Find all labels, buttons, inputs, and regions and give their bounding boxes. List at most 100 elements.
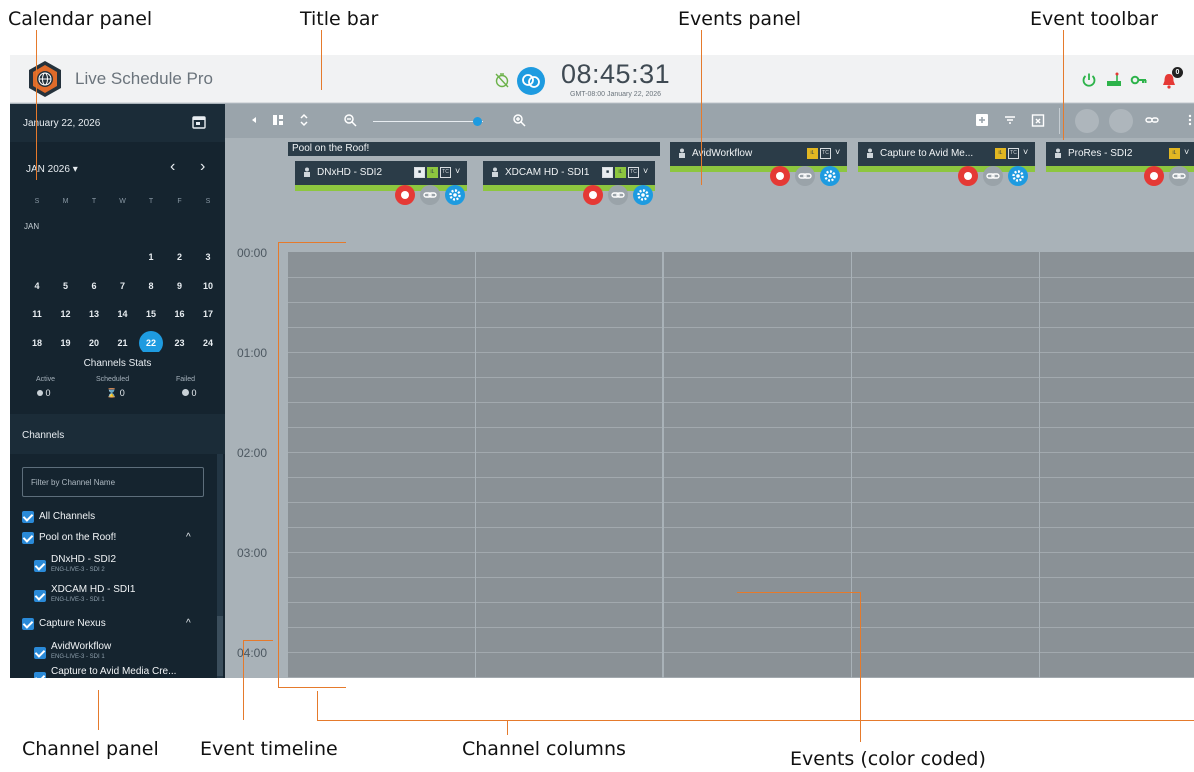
checkbox-dnxhd-sdi2[interactable] (34, 560, 46, 572)
zoom-slider-track[interactable] (373, 121, 483, 122)
settings-button[interactable] (820, 166, 840, 186)
expand-vertical-icon[interactable] (297, 113, 311, 127)
calendar-day-selected[interactable]: 22 (139, 330, 163, 355)
calendar-day[interactable]: 7 (111, 274, 135, 298)
calendar-day[interactable]: 5 (54, 274, 78, 298)
channel-group-pool-on-the-roof[interactable]: Pool on the Roof! (39, 532, 116, 543)
calendar-day[interactable]: 1 (139, 245, 163, 269)
channel-column[interactable] (852, 252, 1039, 678)
calendar-day[interactable]: 6 (82, 274, 106, 298)
calendar-day[interactable]: 14 (111, 302, 135, 326)
key-icon[interactable] (1130, 71, 1148, 89)
record-button[interactable] (1144, 166, 1164, 186)
channel-column-header[interactable]: AvidWorkflow iL TC ˅ (670, 142, 847, 172)
stop-all-button[interactable] (1109, 109, 1133, 133)
calendar-remove-icon[interactable] (1031, 113, 1045, 127)
calendar-day[interactable]: 23 (168, 331, 192, 355)
calendar-day[interactable]: 17 (196, 302, 220, 326)
chevron-down-icon[interactable]: ˅ (1023, 147, 1028, 157)
calendar-day[interactable]: 21 (111, 331, 135, 355)
zoom-out-icon[interactable] (343, 113, 357, 127)
calendar-day[interactable]: 2 (168, 245, 192, 269)
calendar-day[interactable]: 20 (82, 331, 106, 355)
checkbox-capture-nexus[interactable] (22, 618, 34, 630)
link-icon[interactable] (1145, 113, 1159, 127)
channel-column-header[interactable]: XDCAM HD - SDI1 ■ iL TC ˅ (483, 161, 655, 191)
link-button[interactable] (1169, 166, 1189, 186)
time-slot-line (288, 627, 475, 628)
link-icon (611, 192, 625, 198)
next-month-button[interactable]: › (200, 158, 205, 176)
calendar-day[interactable]: 11 (25, 302, 49, 326)
channel-column-header[interactable]: ProRes - SDI2 iL ˅ (1046, 142, 1194, 172)
router-icon[interactable] (1105, 71, 1123, 89)
calendar-day[interactable]: 19 (54, 331, 78, 355)
record-button[interactable] (395, 185, 415, 205)
calendar-day[interactable]: 18 (25, 331, 49, 355)
link-button[interactable] (795, 166, 815, 186)
channel-item-dnxhd-sdi2[interactable]: DNxHD - SDI2 (51, 554, 116, 565)
chevron-up-icon[interactable]: ^ (186, 618, 191, 629)
checkbox-capture-to-avid[interactable] (34, 672, 46, 678)
sync-button[interactable] (517, 67, 545, 95)
prev-month-button[interactable]: ‹ (170, 158, 175, 176)
calendar-day[interactable]: 24 (196, 331, 220, 355)
input-level-icon: iL (427, 167, 438, 178)
calendar-day[interactable]: 10 (196, 274, 220, 298)
record-all-button[interactable] (1075, 109, 1099, 133)
channel-item-all-channels[interactable]: All Channels (39, 511, 95, 522)
link-button[interactable] (420, 185, 440, 205)
filter-icon[interactable] (1003, 113, 1017, 127)
record-button[interactable] (770, 166, 790, 186)
month-selector[interactable]: JAN 2026 ▾ (26, 164, 78, 175)
channel-column[interactable] (664, 252, 851, 678)
power-icon[interactable] (1080, 71, 1098, 89)
checkbox-all-channels[interactable] (22, 511, 34, 523)
channel-item-avidworkflow[interactable]: AvidWorkflow (51, 641, 111, 652)
calendar-day[interactable]: 4 (25, 274, 49, 298)
calendar-day[interactable]: 13 (82, 302, 106, 326)
settings-button[interactable] (633, 185, 653, 205)
channel-column[interactable] (1040, 252, 1194, 678)
channel-column-header[interactable]: DNxHD - SDI2 ■ iL TC ˅ (295, 161, 467, 191)
time-slot-line (1040, 577, 1194, 578)
stopwatch-off-icon[interactable] (494, 72, 510, 88)
chevron-up-icon[interactable]: ^ (186, 532, 191, 543)
zoom-slider-handle[interactable] (473, 117, 482, 126)
record-button[interactable] (958, 166, 978, 186)
add-event-icon[interactable] (975, 113, 989, 127)
checkbox-avidworkflow[interactable] (34, 647, 46, 659)
fit-columns-icon[interactable] (271, 113, 285, 127)
channel-filter-input[interactable] (22, 467, 204, 497)
chevron-down-icon[interactable]: ˅ (643, 166, 648, 176)
calendar-day[interactable]: 3 (196, 245, 220, 269)
sync-icon (522, 74, 540, 88)
settings-button[interactable] (445, 185, 465, 205)
zoom-in-icon[interactable] (512, 113, 526, 127)
chevron-down-icon[interactable]: ˅ (455, 166, 460, 176)
channel-column[interactable] (288, 252, 475, 678)
calendar-day[interactable]: 8 (139, 274, 163, 298)
calendar-day[interactable]: 16 (168, 302, 192, 326)
calendar-day[interactable]: 15 (139, 302, 163, 326)
settings-button[interactable] (1008, 166, 1028, 186)
channel-item-capture-to-avid[interactable]: Capture to Avid Media Cre... (51, 666, 176, 677)
link-button[interactable] (608, 185, 628, 205)
channel-column[interactable] (476, 252, 662, 678)
link-button[interactable] (983, 166, 1003, 186)
calendar-day[interactable]: 9 (168, 274, 192, 298)
checkbox-xdcam-hd-sdi1[interactable] (34, 590, 46, 602)
calendar-day[interactable]: 12 (54, 302, 78, 326)
channel-column-header[interactable]: Capture to Avid Me... iL TC ˅ (858, 142, 1035, 172)
calendar-icon[interactable] (192, 115, 206, 129)
callout-channel-panel: Channel panel (22, 738, 159, 760)
checkbox-pool-on-the-roof[interactable] (22, 532, 34, 544)
collapse-panel-icon[interactable] (247, 113, 261, 127)
chevron-down-icon[interactable]: ˅ (835, 147, 840, 157)
channel-item-xdcam-hd-sdi1[interactable]: XDCAM HD - SDI1 (51, 584, 135, 595)
more-vertical-icon[interactable] (1183, 113, 1194, 127)
channel-list-scroll-thumb[interactable] (217, 616, 223, 676)
channel-group-capture-nexus[interactable]: Capture Nexus (39, 618, 106, 629)
record-button[interactable] (583, 185, 603, 205)
chevron-down-icon[interactable]: ˅ (1184, 147, 1189, 157)
